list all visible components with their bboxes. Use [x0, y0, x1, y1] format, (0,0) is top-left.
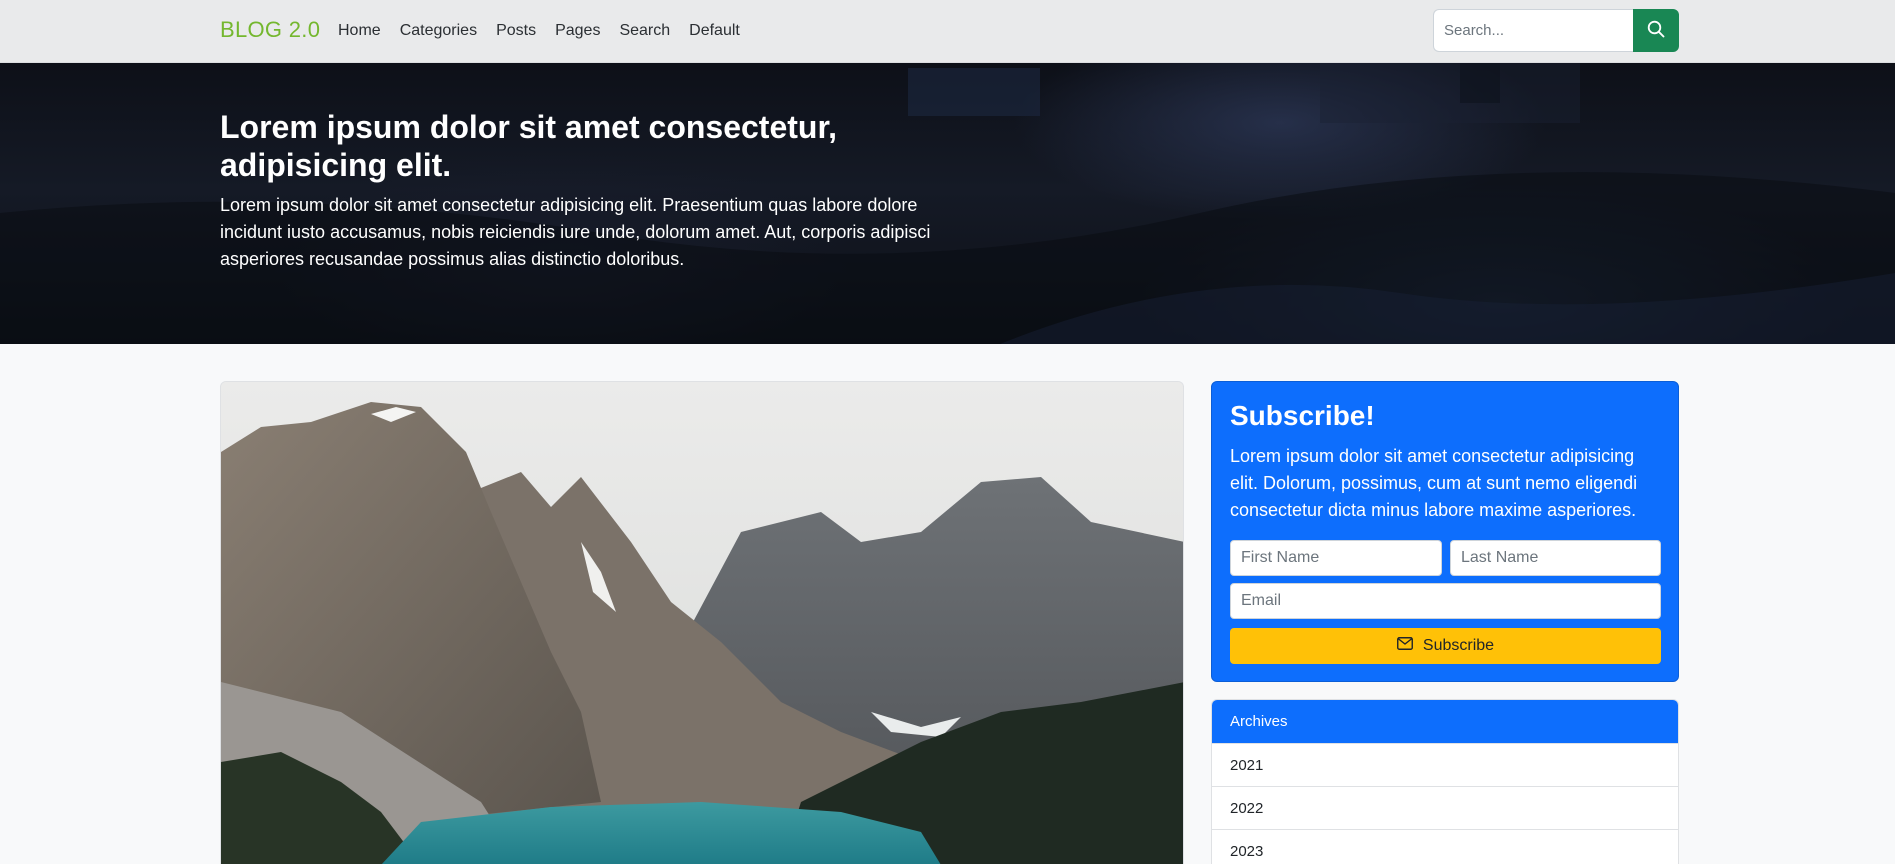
search-form [1433, 9, 1679, 52]
email-field[interactable] [1230, 583, 1661, 619]
navbar: BLOG 2.0 Home Categories Posts Pages Sea… [0, 0, 1895, 63]
archive-item-2021[interactable]: 2021 [1212, 743, 1678, 786]
search-icon [1647, 20, 1665, 41]
envelope-icon [1396, 637, 1413, 655]
subscribe-title: Subscribe! [1230, 400, 1375, 431]
archives-header: Archives [1212, 700, 1678, 743]
hero-text: Lorem ipsum dolor sit amet consectetur a… [220, 195, 931, 269]
search-button[interactable] [1633, 9, 1679, 52]
nav-link-search[interactable]: Search [619, 22, 670, 40]
nav-link-posts[interactable]: Posts [496, 22, 536, 40]
nav-link-pages[interactable]: Pages [555, 22, 600, 40]
last-name-field[interactable] [1450, 540, 1661, 576]
archives-card: Archives 2021 2022 2023 [1211, 699, 1679, 864]
nav-links: Home Categories Posts Pages Search Defau… [338, 22, 759, 40]
subscribe-button-label: Subscribe [1422, 637, 1495, 654]
post-image[interactable] [220, 381, 1184, 864]
archive-item-2023[interactable]: 2023 [1212, 829, 1678, 864]
archive-item-2022[interactable]: 2022 [1212, 786, 1678, 829]
subscribe-button[interactable]: Subscribe [1230, 628, 1661, 664]
nav-link-home[interactable]: Home [338, 22, 381, 40]
hero-title: Lorem ipsum dolor sit amet consectetur, … [220, 109, 838, 183]
hero-banner: Lorem ipsum dolor sit amet consectetur, … [0, 63, 1895, 344]
first-name-field[interactable] [1230, 540, 1442, 576]
subscribe-card: Subscribe! Lorem ipsum dolor sit amet co… [1211, 381, 1679, 682]
brand-logo[interactable]: BLOG 2.0 [220, 17, 320, 43]
subscribe-text: Lorem ipsum dolor sit amet consectetur a… [1230, 446, 1638, 520]
nav-link-default[interactable]: Default [689, 22, 740, 40]
nav-link-categories[interactable]: Categories [400, 22, 477, 40]
search-input[interactable] [1433, 9, 1633, 52]
mountain-lake-image [221, 382, 1183, 864]
